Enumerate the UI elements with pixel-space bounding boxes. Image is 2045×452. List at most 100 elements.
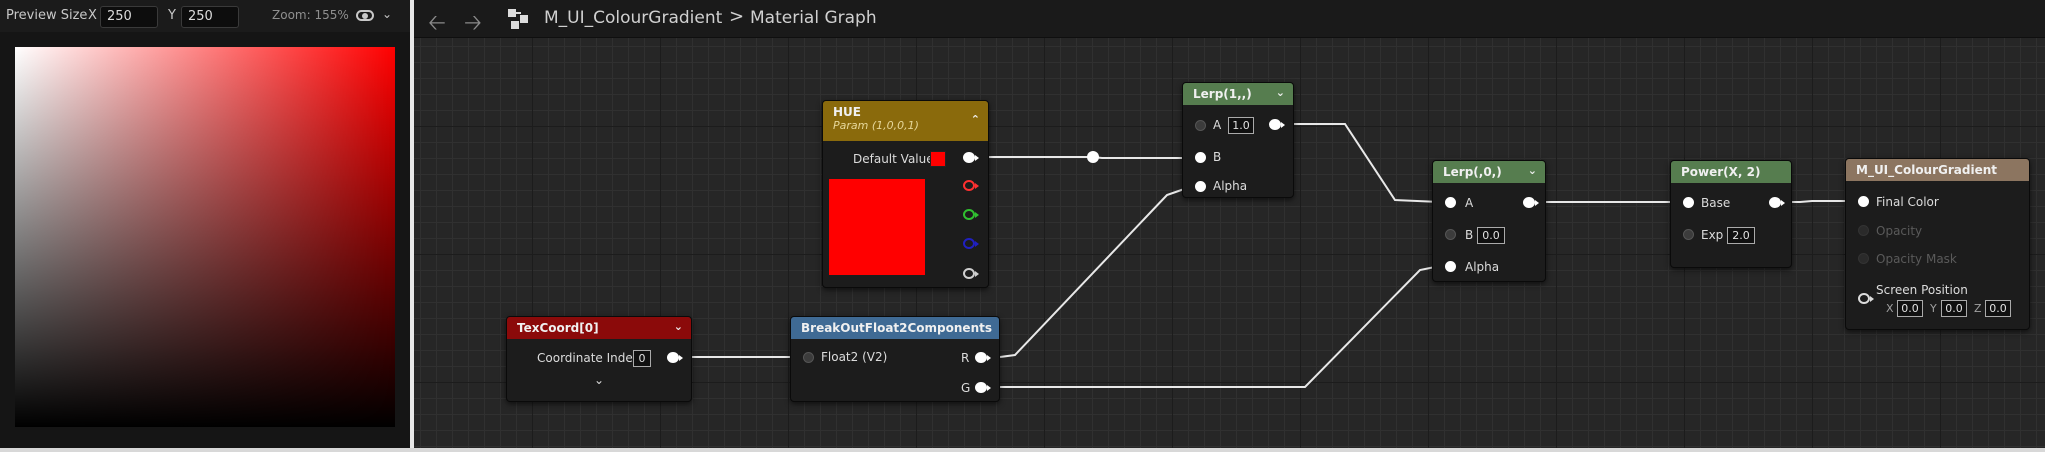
a-input-value[interactable]: 1.0 [1228, 117, 1254, 134]
preview-size-x-input[interactable]: 250 [100, 6, 158, 28]
g-output-pin[interactable] [963, 209, 979, 220]
lerp-1-node-header[interactable]: Lerp(1,,) ⌄ [1183, 83, 1293, 105]
lerp-2-node-title: Lerp(,0,) [1443, 165, 1502, 179]
b-input-label: B [1465, 228, 1474, 242]
chevron-down-icon[interactable]: ⌄ [1528, 164, 1537, 177]
b-input-pin[interactable] [1195, 152, 1206, 163]
alpha-input-label: Alpha [1213, 179, 1248, 193]
uv-output-pin[interactable] [667, 352, 683, 363]
screen-x-value[interactable]: 0.0 [1897, 300, 1923, 317]
texcoord-node[interactable]: TexCoord[0] ⌄ Coordinate Index 0 ⌄ [506, 316, 692, 402]
rgb-output-pin[interactable] [963, 152, 979, 163]
hue-node-subtitle: Param (1,0,0,1) [833, 119, 919, 132]
a-input-pin[interactable] [1195, 120, 1206, 131]
screen-z-label: Z [1974, 302, 1982, 315]
chevron-down-icon[interactable]: ⌄ [382, 7, 392, 21]
breakout-node-title: BreakOutFloat2Components [801, 321, 992, 335]
screen-y-value[interactable]: 0.0 [1941, 300, 1967, 317]
default-value-label: Default Value [853, 152, 934, 166]
base-input-label: Base [1701, 196, 1731, 210]
result-node-title: M_UI_ColourGradient [1856, 163, 1998, 177]
r-output-pin[interactable] [975, 352, 991, 363]
breakout-float2-node[interactable]: BreakOutFloat2Components Float2 (V2) R G [790, 316, 1000, 402]
lerp-2-node[interactable]: Lerp(,0,) ⌄ A B 0.0 Alpha [1432, 160, 1546, 282]
opacity-input-pin [1858, 225, 1869, 236]
float2-input-label: Float2 (V2) [821, 350, 888, 364]
breadcrumb-separator: > [729, 6, 745, 27]
hue-node-title: HUE [833, 105, 861, 119]
screen-position-input-pin[interactable] [1858, 293, 1874, 304]
screen-position-label: Screen Position [1876, 283, 1968, 297]
opacity-mask-label: Opacity Mask [1876, 252, 1957, 266]
exp-input-value[interactable]: 2.0 [1727, 227, 1755, 244]
alpha-input-pin[interactable] [1445, 261, 1456, 272]
chevron-down-icon[interactable]: ⌄ [1276, 86, 1285, 99]
alpha-input-label: Alpha [1465, 260, 1500, 274]
coordinate-index-label: Coordinate Index [537, 351, 640, 365]
g-output-label: G [961, 381, 971, 395]
collapse-icon[interactable]: ⌃ [971, 113, 980, 126]
expand-chevron-icon[interactable]: ⌄ [594, 373, 604, 387]
a-input-label: A [1465, 196, 1474, 210]
lerp-1-node-title: Lerp(1,,) [1193, 87, 1252, 101]
r-output-pin[interactable] [963, 180, 979, 191]
chevron-down-icon[interactable]: ⌄ [674, 320, 683, 333]
a-input-label: A [1213, 118, 1222, 132]
power-node[interactable]: Power(X, 2) Base Exp 2.0 [1670, 160, 1792, 268]
preview-y-label: Y [168, 8, 176, 23]
graph-icon [508, 9, 530, 29]
opacity-label: Opacity [1876, 224, 1923, 238]
preview-size-label: Preview Size [6, 8, 88, 23]
power-output-pin[interactable] [1769, 197, 1785, 208]
gradient-preview-image[interactable] [15, 47, 395, 427]
forward-arrow-icon[interactable]: 🡢 [464, 6, 482, 44]
back-arrow-icon[interactable]: 🡠 [428, 6, 446, 44]
material-editor-window: { "preview": { "size_label": "Preview Si… [0, 0, 2045, 452]
power-node-header[interactable]: Power(X, 2) [1671, 161, 1791, 183]
preview-x-label: X [88, 8, 97, 23]
opacity-mask-input-pin [1858, 253, 1869, 264]
texcoord-node-header[interactable]: TexCoord[0] ⌄ [507, 317, 691, 339]
breakout-node-header[interactable]: BreakOutFloat2Components [791, 317, 999, 339]
b-output-pin[interactable] [963, 238, 979, 249]
breadcrumb-graph[interactable]: Material Graph [750, 8, 877, 28]
screen-y-label: Y [1930, 302, 1937, 315]
preview-toolbar: Preview Size X 250 Y 250 Zoom: 155% ⌄ [0, 0, 410, 32]
g-output-pin[interactable] [975, 382, 991, 393]
graph-toolbar: 🡠 🡢 M_UI_ColourGradient > Material Graph [414, 0, 2045, 38]
preview-size-y-input[interactable]: 250 [181, 6, 239, 28]
zoom-level: Zoom: 155% [272, 8, 349, 22]
screen-z-value[interactable]: 0.0 [1985, 300, 2011, 317]
alpha-input-pin[interactable] [1195, 181, 1206, 192]
power-node-title: Power(X, 2) [1681, 165, 1761, 179]
final-color-label: Final Color [1876, 195, 1939, 209]
b-input-label: B [1213, 150, 1222, 164]
default-color-swatch[interactable] [930, 151, 946, 167]
base-input-pin[interactable] [1683, 197, 1694, 208]
texcoord-node-title: TexCoord[0] [517, 321, 599, 335]
b-input-pin[interactable] [1445, 229, 1456, 240]
float2-input-pin[interactable] [803, 352, 814, 363]
result-node-header[interactable]: M_UI_ColourGradient [1846, 159, 2029, 181]
eye-icon[interactable] [356, 10, 374, 21]
preview-viewport-panel: Preview Size X 250 Y 250 Zoom: 155% ⌄ [0, 0, 410, 448]
a-output-pin[interactable] [963, 268, 979, 279]
r-output-label: R [961, 351, 970, 365]
lerp-1-node[interactable]: Lerp(1,,) ⌄ A 1.0 B Alpha [1182, 82, 1294, 198]
hue-param-node[interactable]: HUE Param (1,0,0,1) ⌃ Default Value [822, 100, 989, 288]
a-input-pin[interactable] [1445, 197, 1456, 208]
screen-x-label: X [1886, 302, 1894, 315]
material-result-node[interactable]: M_UI_ColourGradient Final Color Opacity … [1845, 158, 2030, 330]
b-input-value[interactable]: 0.0 [1477, 227, 1505, 244]
bottom-border [0, 448, 2045, 452]
lerp-2-output-pin[interactable] [1523, 197, 1539, 208]
lerp-2-node-header[interactable]: Lerp(,0,) ⌄ [1433, 161, 1545, 183]
breadcrumb-asset[interactable]: M_UI_ColourGradient [544, 8, 722, 28]
hue-color-preview [829, 179, 925, 275]
exp-input-pin[interactable] [1683, 229, 1694, 240]
exp-input-label: Exp [1701, 228, 1724, 242]
hue-node-header[interactable]: HUE Param (1,0,0,1) ⌃ [823, 101, 988, 141]
final-color-input-pin[interactable] [1858, 196, 1869, 207]
lerp-1-output-pin[interactable] [1269, 119, 1285, 130]
coordinate-index-value[interactable]: 0 [633, 350, 651, 367]
